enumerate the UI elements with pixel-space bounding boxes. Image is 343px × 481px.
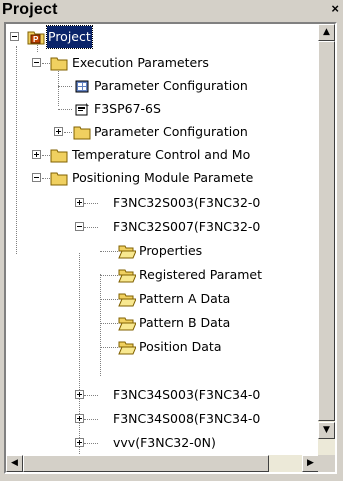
open-folder-icon (118, 269, 136, 283)
tree-line (100, 275, 118, 276)
tree-item-label: Position Data (139, 339, 222, 354)
tree-item-module[interactable]: F3NC32S003(F3NC32-0 (6, 192, 319, 214)
collapse-toggle[interactable] (32, 173, 41, 182)
close-button[interactable]: × (331, 1, 339, 16)
svg-text:P: P (33, 35, 39, 44)
tree-item-open-folder[interactable]: Pattern B Data (6, 312, 319, 334)
tree-line (84, 419, 98, 420)
tree-item-label: Execution Parameters (72, 55, 209, 70)
tree-item-open-folder[interactable]: Registered Paramet (6, 264, 319, 286)
tree-item-label: Parameter Configuration (94, 78, 248, 93)
tree-item-project[interactable]: P Project (6, 25, 319, 49)
scroll-left-button[interactable]: ◀ (6, 455, 23, 472)
tree-line (84, 227, 98, 228)
tree-item-label: Pattern A Data (139, 291, 231, 306)
cpu-module-icon (75, 103, 89, 116)
tree-item-folder[interactable]: Parameter Configuration (6, 121, 319, 143)
tree-line (84, 395, 98, 396)
tree-item-label: Properties (139, 243, 203, 258)
collapse-toggle[interactable] (32, 58, 41, 67)
tree-line (42, 63, 50, 64)
tree-item-label: Temperature Control and Mo (72, 147, 251, 162)
tree-item-module[interactable]: F3NC32S007(F3NC32-0 (6, 216, 319, 238)
tree-item-module[interactable]: vvv(F3NC32-0N) (6, 432, 319, 454)
tree-item-label: F3NC32S007(F3NC32-0 (113, 219, 261, 234)
tree-item-folder[interactable]: Temperature Control and Mo (6, 144, 319, 166)
tree-item-label: F3SP67-6S (94, 101, 161, 116)
tree-item-open-folder[interactable]: Pattern A Data (6, 288, 319, 310)
tree-line (42, 178, 50, 179)
window-title: Project (2, 1, 58, 18)
tree-item-module[interactable]: F3NC34S008(F3NC34-0 (6, 408, 319, 430)
scroll-right-button[interactable]: ▶ (302, 455, 319, 472)
project-window: Project × P Project Execution Parameters… (0, 0, 343, 481)
expand-toggle[interactable] (32, 150, 41, 159)
tree-item-label: F3NC32S003(F3NC32-0 (113, 195, 261, 210)
tree-item-label: F3NC34S008(F3NC34-0 (113, 411, 261, 426)
tree-line (58, 86, 72, 87)
tree-item-label: Positioning Module Paramete (72, 170, 254, 185)
tree-line (100, 323, 118, 324)
expand-toggle[interactable] (75, 438, 84, 447)
tree-line (84, 443, 98, 444)
expand-toggle[interactable] (75, 198, 84, 207)
tree-item-module[interactable]: F3NC34S003(F3NC34-0 (6, 384, 319, 406)
tree-item-open-folder[interactable]: Properties (6, 240, 319, 262)
tree-line (100, 299, 118, 300)
horizontal-scrollbar[interactable]: ◀ ▶ (6, 455, 319, 472)
configuration-icon (75, 80, 89, 93)
folder-icon (73, 126, 91, 140)
project-icon: P (27, 31, 45, 45)
tree-item-config[interactable]: Parameter Configuration (6, 75, 319, 97)
expand-toggle[interactable] (75, 414, 84, 423)
expand-toggle[interactable] (75, 390, 84, 399)
tree-item-label: Project (46, 25, 93, 49)
tree-item-folder[interactable]: Execution Parameters (6, 52, 319, 74)
open-folder-icon (118, 245, 136, 259)
tree-line (58, 109, 72, 110)
scrollbar-corner (318, 455, 335, 472)
horizontal-scroll-thumb[interactable] (23, 455, 269, 472)
tree-line (84, 203, 98, 204)
folder-icon (50, 149, 68, 163)
expand-toggle[interactable] (54, 127, 63, 136)
tree-item-cpu[interactable]: F3SP67-6S (6, 98, 319, 120)
scroll-down-button[interactable]: ▼ (318, 422, 335, 439)
tree-item-label: Registered Paramet (139, 267, 262, 282)
title-bar: Project × (0, 0, 343, 20)
tree-item-folder[interactable]: Positioning Module Paramete (6, 167, 319, 189)
collapse-toggle[interactable] (75, 222, 84, 231)
open-folder-icon (118, 317, 136, 331)
tree-line (100, 251, 118, 252)
tree-item-label: vvv(F3NC32-0N) (113, 435, 216, 450)
tree-item-label: Pattern B Data (139, 315, 231, 330)
project-tree: P Project Execution Parameters Parameter… (6, 24, 319, 456)
project-tree-panel: P Project Execution Parameters Parameter… (4, 22, 337, 474)
tree-item-label: F3NC34S003(F3NC34-0 (113, 387, 261, 402)
folder-icon (50, 57, 68, 71)
folder-icon (50, 172, 68, 186)
collapse-toggle[interactable] (10, 32, 19, 41)
tree-line (64, 132, 72, 133)
tree-line (100, 347, 118, 348)
tree-line (42, 155, 50, 156)
tree-item-open-folder[interactable]: Position Data (6, 336, 319, 358)
vertical-scrollbar[interactable]: ▲ ▼ (318, 24, 335, 456)
open-folder-icon (118, 341, 136, 355)
tree-item-label: Parameter Configuration (94, 124, 248, 139)
vertical-scroll-thumb[interactable] (318, 41, 335, 421)
scroll-up-button[interactable]: ▲ (318, 24, 335, 41)
open-folder-icon (118, 293, 136, 307)
